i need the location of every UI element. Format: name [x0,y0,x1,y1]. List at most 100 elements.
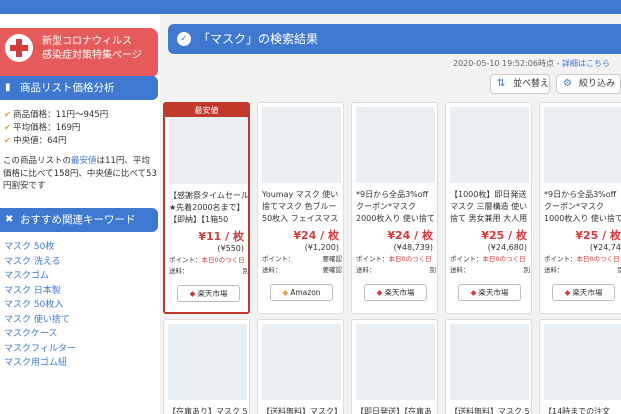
product-name[interactable]: *9日から全品3%off クーポン*マスク 2000枚入り 使い捨て メルト [356,189,436,225]
point-label: ポイント： [169,256,202,264]
ship-label: 送料： [356,266,376,274]
document-icon: ▮ [5,82,11,93]
product-card[interactable]: 【14時までの注文 [539,319,621,414]
keyword-link[interactable]: マスク 使い捨て [4,313,154,328]
tag-icon: ◆ [376,288,383,297]
product-price: ¥24 / 枚 [387,229,433,242]
tag-icon: ◆ [282,288,289,297]
point-label: ポイント： [544,255,577,263]
point-label: ポイント： [262,255,295,263]
keyword-list: マスク 50枚 マスク 洗える マスクゴム マスク 日本製 マスク 50枚入 マ… [4,240,154,371]
filter-button[interactable]: ⚙ 絞り込み [556,74,621,94]
product-points: ポイント：本日0のつく日 送料： 別 [356,254,436,276]
keyword-link[interactable]: マスクゴム [4,269,154,284]
price-section-header: ▮ 商品リスト価格分析 [0,76,158,100]
product-total-price: (¥24,680) [487,243,527,252]
product-name[interactable]: 【送料無料】マスク】 [262,406,342,414]
product-name[interactable]: *9日から全品3%off クーポン*マスク 1000枚入り 使い捨て [544,189,621,225]
note-prefix: この商品リストの [3,156,72,166]
price-label: 中央値 [13,136,39,146]
check-icon: ✔ [4,123,12,133]
product-card[interactable]: 【1000枚】即日発送 マスク 三層構造 使い捨て 男女兼用 大人用 ¥25 /… [445,102,532,314]
product-name[interactable]: 【即日発送】【在庫あ [356,406,436,414]
product-name[interactable]: 【送料無料】マスク 5 [450,406,530,414]
product-card[interactable]: *9日から全品3%off クーポン*マスク 1000枚入り 使い捨て ¥25 /… [539,102,621,314]
product-image[interactable] [450,107,529,183]
medical-cross-icon [5,34,33,62]
product-card[interactable]: 【在庫あり】マスク 5 [163,319,250,414]
shop-name: 楽天市場 [478,288,509,297]
price-value: 11円～945円 [55,110,109,120]
product-name[interactable]: 【感謝祭タイムセール★先着2000名まで】【即納】【1箱50 [169,190,248,226]
product-image[interactable] [450,324,529,400]
price-label: 商品価格 [13,110,48,120]
product-price: ¥25 / 枚 [575,229,621,242]
product-price: ¥11 / 枚 [198,230,244,243]
keywords-header: ✖ おすすめ関連キーワード [0,208,158,232]
point-value: 本日0のつく日 [576,255,620,263]
timestamp: 2020-05-10 19:52:06時点 - [453,59,562,68]
product-card[interactable]: 【送料無料】マスク 5 [445,319,532,414]
keyword-link[interactable]: マスク 日本製 [4,284,154,299]
details-link[interactable]: 詳細はこちら [562,59,610,68]
note-highlight[interactable]: 最安値 [71,156,97,166]
product-card[interactable]: 【即日発送】【在庫あ [351,319,438,414]
product-image[interactable] [544,107,621,183]
product-total-price: (¥1,200) [304,243,339,252]
product-card[interactable]: *9日から全品3%off クーポン*マスク 2000枚入り 使い捨て メルト ¥… [351,102,438,314]
tag-icon: ◆ [564,288,571,297]
product-name[interactable]: Youmay マスク 使い捨てマスク 色ブルー 50枚入 フェイスマスク [262,189,342,225]
keyword-link[interactable]: マスク 50枚 [4,240,154,255]
price-section-title: 商品リスト価格分析 [20,82,115,94]
product-image[interactable] [544,324,621,400]
ship-label: 送料： [262,266,282,274]
point-value: 本日0のつく日 [388,255,432,263]
product-image[interactable] [356,324,435,400]
ship-value: 別 [618,265,621,276]
price-row-range: ✔ 商品価格：11円～945円 [4,110,109,120]
ship-label: 送料： [169,267,189,275]
shop-button[interactable]: ◆ 楽天市場 [177,285,240,302]
filter-label: 絞り込み [579,79,616,89]
sort-button[interactable]: ⇅ 並べ替え [490,74,550,94]
product-name[interactable]: 【在庫あり】マスク 5 [168,406,248,414]
product-card[interactable]: 【送料無料】マスク】 [257,319,344,414]
shop-button[interactable]: ◆ Amazon [270,284,333,301]
product-card[interactable]: Youmay マスク 使い捨てマスク 色ブルー 50枚入 フェイスマスク ¥24… [257,102,344,314]
product-points: ポイント： 要確認 送料： 要確認 [262,254,342,276]
product-image[interactable] [356,107,435,183]
price-stats: ✔ 商品価格：11円～945円 ✔ 平均価格：169円 ✔ 中央値：64円 [4,109,156,148]
shop-button[interactable]: ◆ 楽天市場 [364,284,427,301]
ship-value: 別 [242,267,249,275]
check-icon: ✔ [4,136,12,146]
product-points: ポイント：本日0のつく日 送料： 別 [544,254,621,276]
product-image[interactable] [262,324,341,400]
product-image[interactable] [169,108,248,184]
point-label: ポイント： [356,255,389,263]
keyword-link[interactable]: マスク 50枚入 [4,298,154,313]
ship-value: 別 [429,266,437,274]
product-name[interactable]: 【1000枚】即日発送 マスク 三層構造 使い捨て 男女兼用 大人用 [450,189,530,225]
point-value: 本日0のつく日 [201,256,245,264]
price-value: 64円 [47,136,67,146]
product-total-price: (¥550) [217,244,244,253]
product-image[interactable] [262,107,341,183]
keyword-link[interactable]: マスクケース [4,327,154,342]
shuffle-icon: ✖ [5,214,14,225]
check-circle-icon: ✓ [177,32,191,46]
product-name[interactable]: 【14時までの注文 [544,406,621,414]
shop-button[interactable]: ◆ 楽天市場 [552,284,615,301]
tag-icon: ◆ [470,288,477,297]
corona-banner[interactable]: 新型コロナウィルス 感染症対策特集ページ [0,28,158,78]
keyword-link[interactable]: マスク 洗える [4,255,154,270]
timestamp-row: 2020-05-10 19:52:06時点 - 詳細はこちら [453,58,621,69]
shop-button[interactable]: ◆ 楽天市場 [458,284,521,301]
sidebar: 新型コロナウィルス 感染症対策特集ページ ▮ 商品リスト価格分析 ✔ 商品価格：1… [0,14,160,414]
product-image[interactable] [168,324,247,400]
product-card[interactable]: 最安値 【感謝祭タイムセール★先着2000名まで】【即納】【1箱50 ¥11 /… [163,102,250,314]
price-label: 平均価格 [13,123,48,133]
keyword-link[interactable]: マスクフィルター [4,342,154,357]
lowest-price-badge: 最安値 [165,104,248,117]
corona-line2: 感染症対策特集ページ [42,50,142,61]
keyword-link[interactable]: マスク用ゴム紐 [4,356,154,371]
